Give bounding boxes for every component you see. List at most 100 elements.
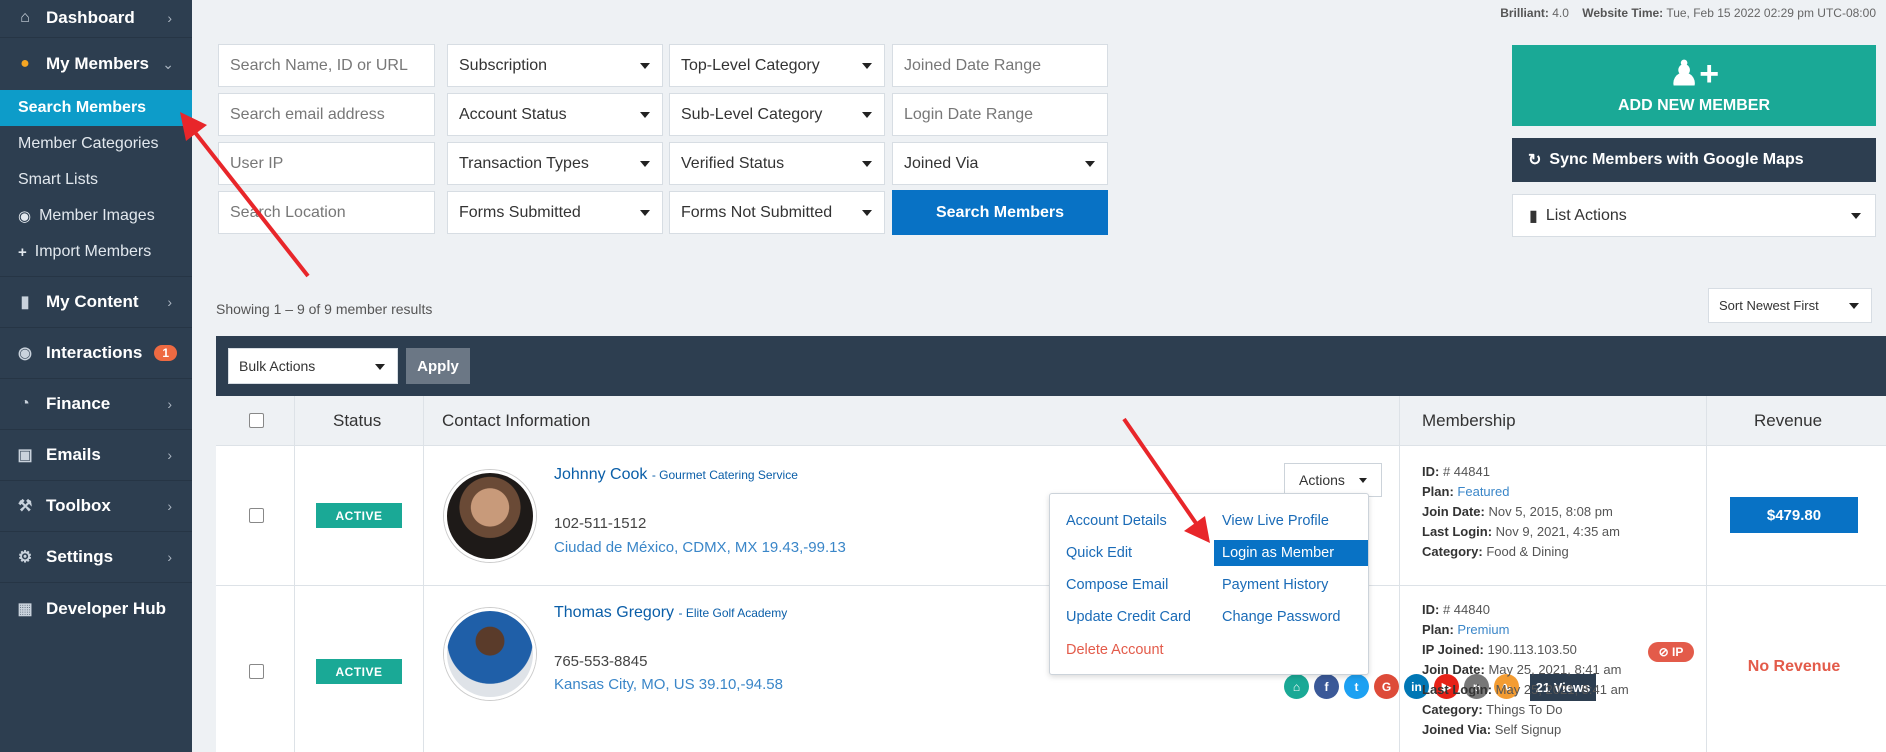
user-circle-icon: ◉: [18, 208, 32, 225]
top-info: Brilliant: 4.0 Website Time: Tue, Feb 15…: [1500, 6, 1876, 20]
sort-select[interactable]: Sort Newest First: [1708, 288, 1872, 323]
joined-via-value: Self Signup: [1494, 722, 1562, 737]
category-label: Category:: [1422, 544, 1483, 559]
bulk-actions-bar: Bulk Actions Apply: [216, 336, 1886, 396]
sidebar-item-smart-lists[interactable]: Smart Lists: [0, 162, 192, 198]
last-login-label: Last Login:: [1422, 524, 1493, 539]
member-phone: 765-553-8845: [554, 653, 648, 670]
revenue-button[interactable]: $479.80: [1730, 497, 1858, 533]
sync-google-maps-button[interactable]: ↻ Sync Members with Google Maps: [1512, 138, 1876, 182]
member-location[interactable]: Ciudad de México, CDMX, MX 19.43,-99.13: [554, 539, 846, 556]
nav-emails[interactable]: ▣ Emails ›: [0, 430, 192, 481]
avatar[interactable]: [444, 608, 536, 700]
chevron-right-icon: ›: [167, 294, 172, 310]
avatar[interactable]: [444, 470, 536, 562]
list-actions-select[interactable]: ▮ List Actions: [1512, 194, 1876, 237]
id-label: ID:: [1422, 464, 1440, 479]
joined-via-select[interactable]: Joined Via: [892, 142, 1108, 185]
row-checkbox[interactable]: [249, 664, 264, 679]
sub-level-category-select[interactable]: Sub-Level Category: [669, 93, 885, 136]
chevron-right-icon: ›: [167, 396, 172, 412]
joined-date-range-input[interactable]: Joined Date Range: [892, 44, 1108, 87]
member-location[interactable]: Kansas City, MO, US 39.10,-94.58: [554, 676, 783, 693]
menu-compose-email[interactable]: Compose Email: [1058, 572, 1168, 598]
nav-developer-hub[interactable]: ▦ Developer Hub: [0, 583, 192, 634]
top-level-category-select[interactable]: Top-Level Category: [669, 44, 885, 87]
forms-submitted-select[interactable]: Forms Submitted: [447, 191, 663, 234]
account-status-select[interactable]: Account Status: [447, 93, 663, 136]
folder-open-icon: ▮: [1529, 207, 1538, 225]
google-plus-icon[interactable]: G: [1374, 674, 1399, 699]
facebook-icon[interactable]: f: [1314, 674, 1339, 699]
menu-account-details[interactable]: Account Details: [1058, 508, 1167, 534]
add-new-member-button[interactable]: ♟+ ADD NEW MEMBER: [1512, 45, 1876, 126]
wrench-icon: ⚒: [17, 498, 33, 515]
home-icon[interactable]: ⌂: [1284, 674, 1309, 699]
grid-icon: ▦: [17, 600, 33, 618]
sidebar-item-member-images[interactable]: ◉ Member Images: [0, 198, 192, 234]
login-date-range-input[interactable]: Login Date Range: [892, 93, 1108, 136]
row-checkbox[interactable]: [249, 508, 264, 523]
chevron-down-icon: ⌄: [162, 55, 174, 72]
nav-settings[interactable]: ⚙ Settings ›: [0, 532, 192, 583]
join-date-label: Join Date:: [1422, 662, 1485, 677]
nav-my-members[interactable]: ● My Members ⌄: [0, 38, 192, 90]
forms-not-submitted-select[interactable]: Forms Not Submitted: [669, 191, 885, 234]
member-name-link[interactable]: Johnny Cook - Gourmet Catering Service: [554, 466, 798, 484]
header-status: Status: [333, 411, 382, 430]
join-date-label: Join Date:: [1422, 504, 1485, 519]
menu-update-credit-card[interactable]: Update Credit Card: [1058, 604, 1191, 630]
search-email-input[interactable]: Search email address: [218, 93, 435, 136]
nav-toolbox-label: Toolbox: [46, 496, 111, 515]
search-name-input[interactable]: Search Name, ID or URL: [218, 44, 435, 87]
search-members-button[interactable]: Search Members: [892, 190, 1108, 235]
nav-my-content-label: My Content: [46, 292, 139, 311]
actions-dropdown-menu: Account Details View Live Profile Quick …: [1049, 493, 1369, 675]
search-location-input[interactable]: Search Location: [218, 191, 435, 234]
interactions-badge: 1: [154, 345, 178, 361]
ip-block-badge[interactable]: ⊘ IP: [1648, 642, 1694, 662]
category-value: Things To Do: [1486, 702, 1563, 717]
header-revenue: Revenue: [1754, 411, 1823, 430]
menu-login-as-member[interactable]: Login as Member: [1214, 540, 1368, 566]
nav-finance[interactable]: ◔ Finance ›: [0, 379, 192, 430]
menu-delete-account[interactable]: Delete Account: [1058, 637, 1164, 663]
select-all-checkbox[interactable]: [249, 413, 264, 428]
menu-quick-edit[interactable]: Quick Edit: [1058, 540, 1132, 566]
twitter-icon[interactable]: t: [1344, 674, 1369, 699]
join-date-value: May 25, 2021, 8:41 am: [1488, 662, 1622, 677]
actions-button[interactable]: Actions: [1284, 463, 1382, 497]
id-value: # 44840: [1442, 602, 1490, 617]
apply-button[interactable]: Apply: [406, 348, 470, 384]
plan-value[interactable]: Premium: [1457, 622, 1509, 637]
refresh-icon: ↻: [1528, 152, 1542, 169]
menu-payment-history[interactable]: Payment History: [1214, 572, 1328, 598]
sidebar-item-search-members[interactable]: Search Members: [0, 90, 192, 126]
plus-icon: +: [18, 243, 27, 261]
sidebar-item-label: Member Categories: [18, 135, 159, 152]
folder-icon: ▮: [20, 294, 30, 311]
subscription-select[interactable]: Subscription: [447, 44, 663, 87]
member-company: - Elite Golf Academy: [678, 606, 788, 620]
member-name-link[interactable]: Thomas Gregory - Elite Golf Academy: [554, 604, 787, 622]
nav-settings-label: Settings: [46, 547, 114, 566]
users-icon: ●: [20, 55, 30, 72]
bulk-actions-select[interactable]: Bulk Actions: [228, 348, 398, 384]
menu-change-password[interactable]: Change Password: [1214, 604, 1341, 630]
nav-emails-label: Emails: [46, 445, 101, 464]
brilliant-label: Brilliant:: [1500, 6, 1549, 20]
nav-my-content[interactable]: ▮ My Content ›: [0, 277, 192, 328]
sidebar-item-member-categories[interactable]: Member Categories: [0, 126, 192, 162]
sidebar-item-import-members[interactable]: + Import Members: [0, 234, 192, 270]
category-label: Category:: [1422, 702, 1483, 717]
pie-chart-icon: ◔: [20, 395, 30, 412]
verified-status-select[interactable]: Verified Status: [669, 142, 885, 185]
comments-icon: ◉: [18, 345, 32, 362]
nav-toolbox[interactable]: ⚒ Toolbox ›: [0, 481, 192, 532]
nav-interactions[interactable]: ◉ Interactions 1: [0, 328, 192, 379]
plan-value[interactable]: Featured: [1457, 484, 1509, 499]
user-ip-input[interactable]: User IP: [218, 142, 435, 185]
transaction-types-select[interactable]: Transaction Types: [447, 142, 663, 185]
menu-view-live-profile[interactable]: View Live Profile: [1214, 508, 1329, 534]
nav-dashboard[interactable]: ⌂ Dashboard ›: [0, 0, 192, 38]
